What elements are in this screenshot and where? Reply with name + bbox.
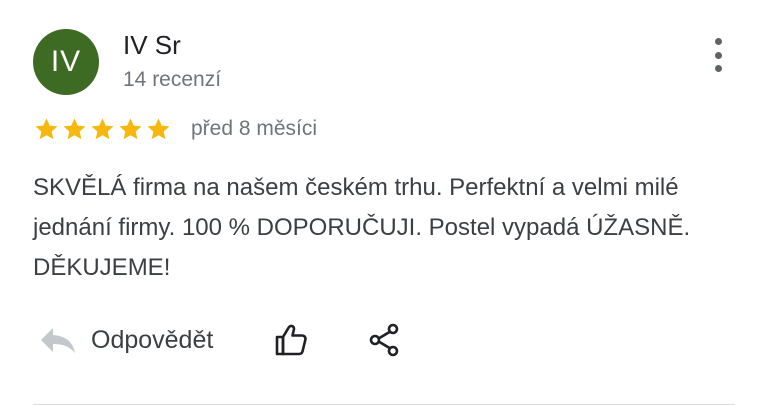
avatar-initials: IV bbox=[50, 45, 82, 78]
review-time: před 8 měsíci bbox=[191, 117, 318, 140]
reply-arrow-icon bbox=[38, 324, 78, 356]
review-text: SKVĚLÁ firma na našem českém trhu. Perfe… bbox=[33, 174, 691, 281]
more-dot bbox=[714, 51, 722, 59]
thumbs-up-icon[interactable] bbox=[273, 322, 309, 358]
avatar[interactable]: IV bbox=[33, 29, 99, 95]
more-dot bbox=[714, 65, 722, 72]
rating-row: před 8 měsíci bbox=[33, 114, 317, 144]
reply-button[interactable]: Odpovědět bbox=[38, 324, 213, 356]
star-icon bbox=[35, 117, 58, 139]
star-icon bbox=[63, 117, 86, 139]
share-icon[interactable] bbox=[367, 322, 403, 358]
more-options-icon[interactable] bbox=[706, 38, 730, 72]
star-icon bbox=[91, 117, 114, 139]
more-dot bbox=[714, 38, 722, 45]
star-icon bbox=[147, 117, 170, 139]
star-rating bbox=[33, 116, 172, 143]
reviewer-name[interactable]: IV Sr bbox=[123, 30, 181, 61]
reply-label: Odpovědět bbox=[91, 325, 214, 354]
review-card: IV IV Sr 14 recenzí před 8 měsíci SKVĚLÁ… bbox=[0, 0, 768, 413]
review-actions: Odpovědět bbox=[38, 318, 403, 362]
star-icon bbox=[119, 117, 142, 139]
review-count: 14 recenzí bbox=[123, 68, 222, 91]
divider bbox=[33, 404, 735, 405]
